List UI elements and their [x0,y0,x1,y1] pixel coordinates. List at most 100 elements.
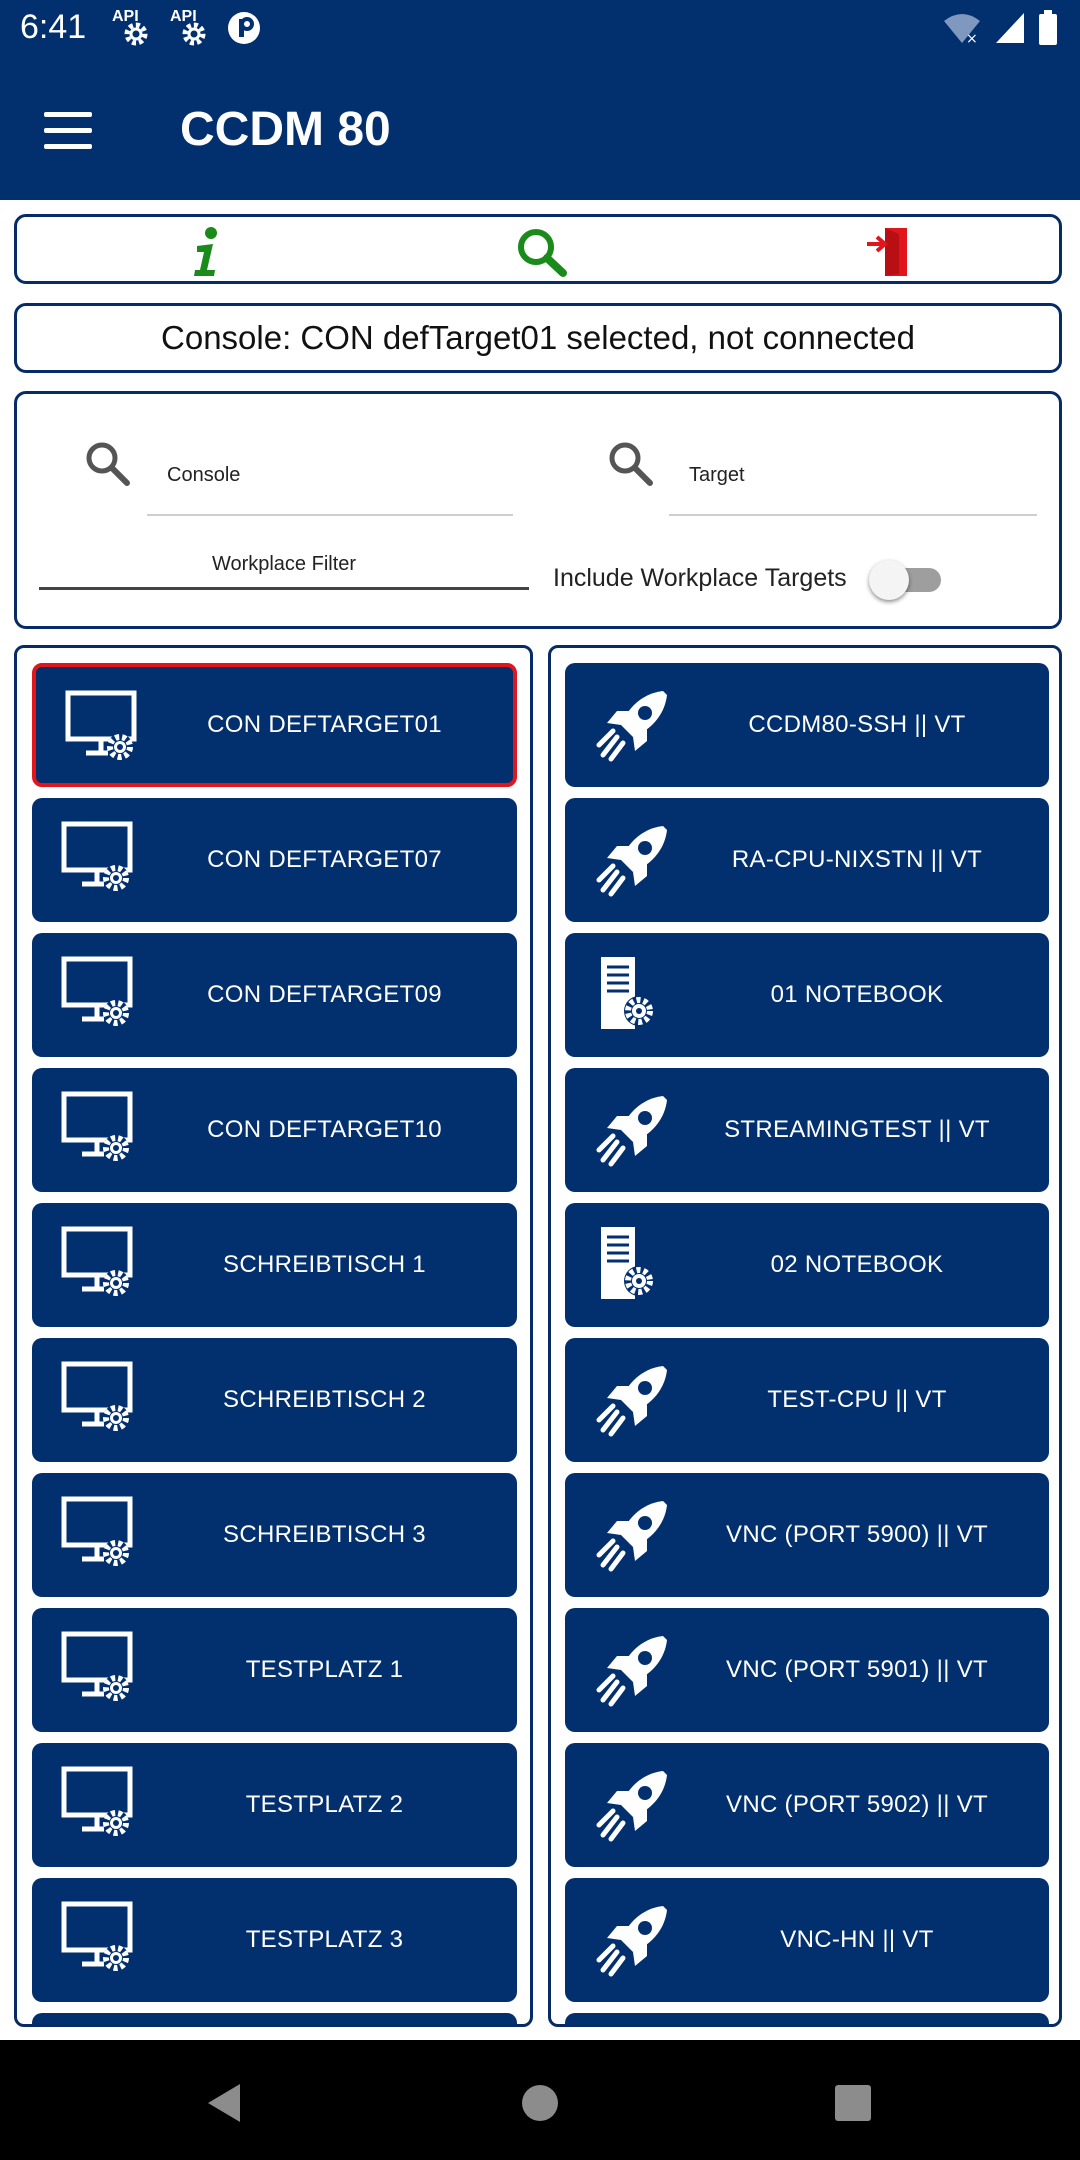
search-icon [86,442,130,486]
target-label: VNC (PORT 5900) || VT [726,1521,988,1548]
info-button[interactable] [177,225,237,279]
rocket-icon [596,1636,667,1707]
console-list[interactable]: CON DEFTARGET01 CON DEFTARGET07 CON DEFT… [14,645,533,2027]
console-placeholder: Console [167,464,241,486]
workplace-filter-input[interactable]: Workplace Filter [39,547,529,590]
monitor-gear-icon [61,956,133,1026]
exit-button[interactable] [857,225,917,279]
target-item[interactable]: RA-CPU-NIXSTN || VT [565,798,1049,922]
rocket-icon [596,1501,667,1572]
console-item[interactable]: TESTPLATZ 2 [32,1743,517,1867]
console-label: TESTPLATZ 1 [245,1656,404,1683]
console-item[interactable]: TESTPLATZ 3 [32,1878,517,2002]
include-workplace-toggle[interactable] [869,560,953,600]
api-gear-icon: API [168,8,212,52]
monitor-gear-icon [61,1631,133,1701]
monitor-gear-icon [61,1091,133,1161]
target-item[interactable]: VNC (PORT 5902) || VT [565,1743,1049,1867]
home-circle-icon[interactable] [517,2080,563,2126]
filter-panel: Console Target Workplace Filter Include … [14,391,1062,629]
target-label: CCDM80-SSH || VT [748,711,966,738]
target-item[interactable]: 02 NOTEBOOK [565,1203,1049,1327]
monitor-gear-icon [61,1901,133,1971]
rocket-icon [596,826,667,897]
console-item[interactable]: SCHREIBTISCH 3 [32,1473,517,1597]
rocket-icon [596,691,667,762]
target-item[interactable]: VNC-HN || VT [565,1878,1049,2002]
target-search-input[interactable]: Target [669,434,1037,516]
console-label: CON DEFTARGET07 [207,846,442,873]
target-label: VNC (PORT 5901) || VT [726,1656,988,1683]
target-label: RA-CPU-NIXSTN || VT [731,846,983,873]
rocket-icon [596,1771,667,1842]
target-item[interactable]: 01 NOTEBOOK [565,933,1049,1057]
console-item[interactable]: SCHREIBTISCH 2 [32,1338,517,1462]
console-item[interactable]: TESTPLATZ 1 [32,1608,517,1732]
target-label: 01 NOTEBOOK [770,981,944,1008]
console-item[interactable]: CON DEFTARGET07 [32,798,517,922]
console-label: SCHREIBTISCH 1 [223,1251,426,1278]
status-bar: 6:41 API API × [0,0,1080,62]
include-workplace-label: Include Workplace Targets [553,564,847,592]
monitor-gear-icon [61,821,133,891]
monitor-gear-icon [65,690,137,760]
system-nav-bar [0,2040,1080,2160]
console-label: SCHREIBTISCH 2 [223,1386,426,1413]
target-placeholder: Target [689,464,745,486]
connection-status: Console: CON defTarget01 selected, not c… [14,303,1062,373]
signal-icon [996,13,1024,43]
rocket-icon [596,1366,667,1437]
target-label: 02 NOTEBOOK [770,1251,944,1278]
target-label: VNC-HN || VT [780,1926,934,1953]
status-notification-icons: API API [110,8,262,52]
console-search-input[interactable]: Console [147,434,513,516]
action-toolbar [14,214,1062,284]
status-time: 6:41 [20,8,87,46]
info-icon [194,227,217,276]
monitor-gear-icon [61,1496,133,1566]
wifi-icon: × [944,14,980,45]
target-item-partial[interactable] [565,2013,1049,2024]
console-item[interactable]: SCHREIBTISCH 1 [32,1203,517,1327]
search-icon [609,442,653,486]
api-gear-icon: API [110,8,154,52]
console-item[interactable]: CON DEFTARGET10 [32,1068,517,1192]
target-item[interactable]: TEST-CPU || VT [565,1338,1049,1462]
target-label: TEST-CPU || VT [767,1386,947,1413]
recents-square-icon[interactable] [830,2080,876,2126]
console-item[interactable]: CON DEFTARGET01 [32,663,517,787]
target-item[interactable]: STREAMINGTEST || VT [565,1068,1049,1192]
console-label: CON DEFTARGET09 [207,981,442,1008]
app-title: CCDM 80 [180,103,391,156]
svg-text:×: × [966,31,978,45]
search-icon [518,229,567,277]
monitor-gear-icon [61,1226,133,1296]
exit-door-icon [867,228,907,276]
back-triangle-icon[interactable] [202,2080,248,2126]
monitor-gear-icon [61,1361,133,1431]
app-bar: CCDM 80 [0,62,1080,200]
target-item[interactable]: CCDM80-SSH || VT [565,663,1049,787]
target-list[interactable]: CCDM80-SSH || VT RA-CPU-NIXSTN || VT 01 … [548,645,1062,2027]
status-system-icons: × [942,10,1058,46]
console-item-partial[interactable] [32,2013,517,2024]
console-label: CON DEFTARGET10 [207,1116,442,1143]
target-label: VNC (PORT 5902) || VT [726,1791,988,1818]
console-item[interactable]: CON DEFTARGET09 [32,933,517,1057]
target-label: STREAMINGTEST || VT [724,1116,990,1143]
console-label: TESTPLATZ 3 [245,1926,404,1953]
target-item[interactable]: VNC (PORT 5900) || VT [565,1473,1049,1597]
search-button[interactable] [512,225,572,279]
server-gear-icon [601,957,654,1029]
notification-app-icon [226,10,262,51]
hamburger-menu-icon[interactable] [44,112,94,150]
server-gear-icon [601,1227,654,1299]
console-label: TESTPLATZ 2 [245,1791,404,1818]
rocket-icon [596,1096,667,1167]
battery-icon [1039,10,1057,45]
monitor-gear-icon [61,1766,133,1836]
rocket-icon [596,1906,667,1977]
target-item[interactable]: VNC (PORT 5901) || VT [565,1608,1049,1732]
console-label: SCHREIBTISCH 3 [223,1521,426,1548]
console-label: CON DEFTARGET01 [207,711,442,738]
